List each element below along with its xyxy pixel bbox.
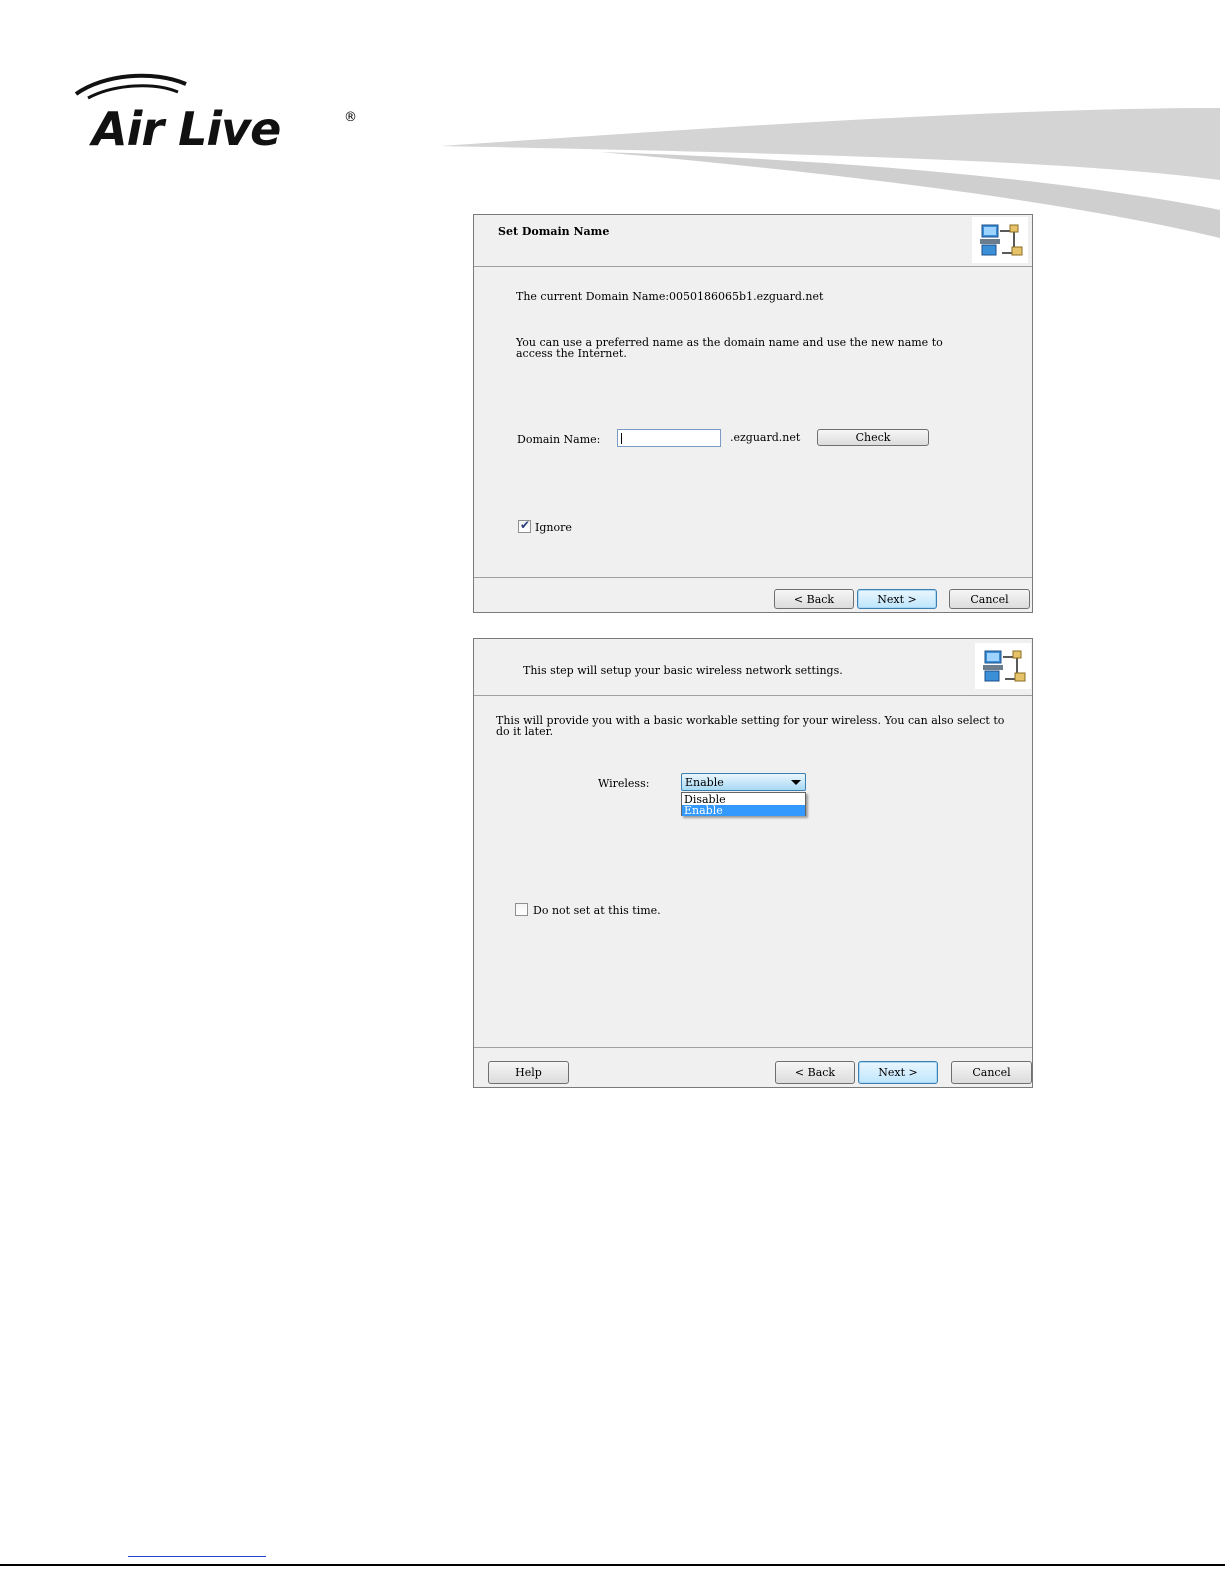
back-button[interactable]: < Back — [775, 1061, 855, 1084]
domain-name-label: Domain Name: — [517, 433, 601, 446]
checkmark-icon: ✔ — [520, 518, 531, 532]
dialog-title: Set Domain Name — [498, 225, 610, 238]
do-not-set-checkbox[interactable] — [515, 903, 528, 916]
wireless-selected-value: Enable — [685, 776, 724, 789]
logo-text: Air Live — [92, 102, 281, 156]
next-button[interactable]: Next > — [857, 589, 937, 609]
set-domain-dialog: Set Domain Name The current Domain Name:… — [473, 214, 1033, 613]
dialog-header: This step will setup your basic wireless… — [474, 639, 1032, 696]
cancel-button[interactable]: Cancel — [949, 589, 1030, 609]
dialog-header-text: This step will setup your basic wireless… — [523, 664, 843, 677]
logo-registered-mark: ® — [344, 110, 357, 125]
ignore-checkbox[interactable]: ✔ — [518, 518, 531, 533]
help-button[interactable]: Help — [488, 1061, 569, 1084]
next-button[interactable]: Next > — [858, 1061, 938, 1084]
footer-divider — [474, 1047, 1032, 1048]
dialog-header: Set Domain Name — [474, 215, 1032, 267]
domain-name-input[interactable] — [617, 429, 721, 447]
wireless-options-list: Disable Enable — [681, 792, 806, 816]
do-not-set-label: Do not set at this time. — [533, 904, 661, 917]
back-button[interactable]: < Back — [774, 589, 854, 609]
footer-link-underline — [128, 1556, 266, 1557]
chevron-down-icon — [791, 780, 801, 785]
domain-suffix: .ezguard.net — [730, 431, 801, 444]
ignore-label: Ignore — [535, 521, 572, 534]
current-domain-text: The current Domain Name:0050186065b1.ezg… — [516, 290, 824, 303]
text-caret — [621, 433, 622, 444]
wireless-option-enable[interactable]: Enable — [682, 805, 805, 816]
network-wizard-icon — [975, 643, 1031, 689]
wireless-label: Wireless: — [598, 777, 650, 790]
wireless-description: This will provide you with a basic worka… — [496, 714, 1005, 738]
wireless-select[interactable]: Enable — [681, 773, 806, 791]
airlive-logo: Air Live ® — [74, 72, 364, 162]
page-bottom-rule — [0, 1564, 1225, 1566]
cancel-button[interactable]: Cancel — [951, 1061, 1032, 1084]
footer-divider — [474, 577, 1032, 578]
check-button[interactable]: Check — [817, 429, 929, 446]
network-wizard-icon — [972, 217, 1028, 263]
wireless-setup-dialog: This step will setup your basic wireless… — [473, 638, 1033, 1088]
domain-description: You can use a preferred name as the doma… — [516, 336, 943, 360]
